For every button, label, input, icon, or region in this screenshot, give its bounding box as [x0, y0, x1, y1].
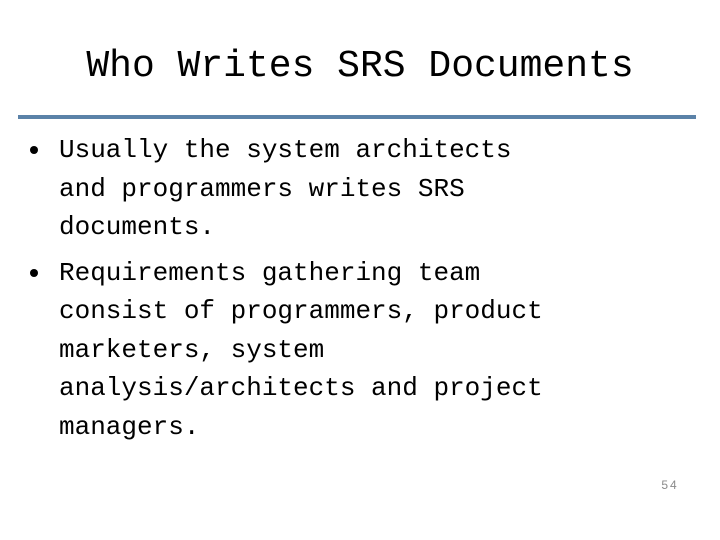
- title-divider: [18, 115, 696, 119]
- bullet-icon: [30, 268, 38, 277]
- slide: Who Writes SRS Documents Usually the sys…: [0, 0, 720, 540]
- bullet-text: Requirements gathering team consist of p…: [59, 257, 543, 442]
- page-number: 54: [661, 478, 679, 492]
- bullet-icon: [30, 146, 38, 154]
- slide-title: Who Writes SRS Documents: [86, 45, 634, 88]
- bullet-text: Usually the system architects and progra…: [59, 135, 512, 242]
- bullet-list: Usually the system architects and progra…: [30, 131, 680, 446]
- bullet-item: Requirements gathering team consist of p…: [30, 254, 680, 447]
- bullet-item: Usually the system architects and progra…: [30, 131, 680, 247]
